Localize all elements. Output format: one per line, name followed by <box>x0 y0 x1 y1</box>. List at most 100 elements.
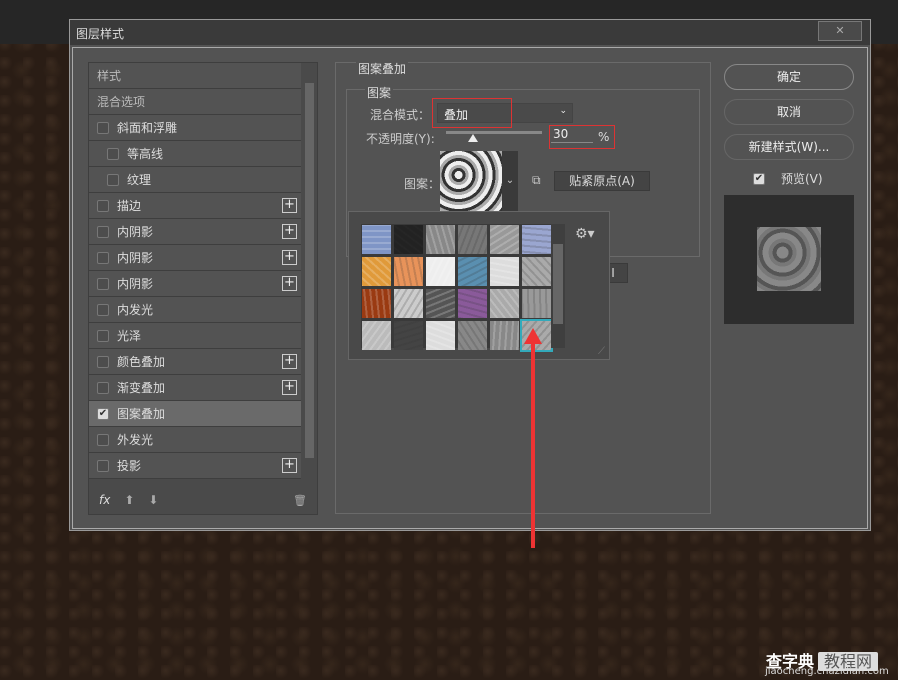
pattern-swatch[interactable] <box>362 321 391 350</box>
close-button[interactable]: ✕ <box>818 21 862 41</box>
pattern-swatch[interactable] <box>490 289 519 318</box>
opacity-slider[interactable] <box>446 131 542 134</box>
pattern-scrollbar[interactable] <box>551 224 565 348</box>
preview-checkbox[interactable]: ✔ 预览(V) <box>753 170 823 187</box>
snap-to-origin-button[interactable]: 贴紧原点(A) <box>554 171 650 191</box>
style-item-label: 样式 <box>97 69 122 83</box>
sub-group-title: 图案 <box>365 84 394 101</box>
style-item-label: 渐变叠加 <box>117 381 166 395</box>
style-item-label: 光泽 <box>117 329 142 343</box>
gear-icon[interactable]: ⚙▾ <box>575 226 595 242</box>
checkbox[interactable] <box>107 173 119 186</box>
trash-icon[interactable]: 🗑 <box>293 494 307 507</box>
pattern-swatch[interactable] <box>522 225 551 254</box>
pattern-swatch[interactable] <box>426 321 455 350</box>
checkbox[interactable] <box>97 459 109 472</box>
pattern-dropdown-chevron-icon[interactable]: ⌄ <box>502 151 518 211</box>
new-preset-icon[interactable]: ⧉ <box>532 173 541 188</box>
checkbox[interactable] <box>97 121 109 134</box>
pattern-swatch[interactable] <box>458 257 487 286</box>
checkbox[interactable]: ✔ <box>97 407 109 420</box>
pattern-swatch[interactable] <box>426 257 455 286</box>
checkbox[interactable] <box>97 251 109 264</box>
checkbox[interactable] <box>97 277 109 290</box>
pattern-swatch[interactable] <box>362 289 391 318</box>
move-down-icon[interactable]: ⬇ <box>148 493 158 507</box>
style-item[interactable]: 光泽 <box>89 323 301 349</box>
add-icon[interactable]: + <box>282 250 297 265</box>
resize-handle-icon[interactable]: ⟋ <box>598 346 605 357</box>
add-icon[interactable]: + <box>282 458 297 473</box>
checkbox[interactable] <box>97 381 109 394</box>
style-item-label: 内发光 <box>117 303 154 317</box>
style-item[interactable]: 混合选项 <box>89 89 301 115</box>
opacity-label: 不透明度(Y): <box>366 132 435 146</box>
pattern-swatch[interactable] <box>394 321 423 350</box>
style-item-label: 描边 <box>117 199 142 213</box>
style-item[interactable]: 内阴影 + <box>89 271 301 297</box>
pattern-swatch[interactable] <box>490 225 519 254</box>
fx-icon[interactable]: fx <box>99 493 110 507</box>
style-item[interactable]: 等高线 <box>89 141 301 167</box>
pattern-grid <box>361 224 553 352</box>
style-item-label: 内阴影 <box>117 225 154 239</box>
pattern-swatch[interactable] <box>362 257 391 286</box>
pattern-label: 图案： <box>404 177 441 191</box>
pattern-swatch[interactable] <box>458 321 487 350</box>
style-item-label: 投影 <box>117 459 142 473</box>
style-item[interactable]: 斜面和浮雕 <box>89 115 301 141</box>
style-item-label: 外发光 <box>117 433 154 447</box>
pattern-swatch[interactable] <box>394 289 423 318</box>
pattern-thumbnail[interactable] <box>440 151 502 211</box>
style-item[interactable]: 投影 + <box>89 453 301 479</box>
add-icon[interactable]: + <box>282 198 297 213</box>
checkbox[interactable] <box>107 147 119 160</box>
pattern-swatch[interactable] <box>426 289 455 318</box>
pattern-swatch[interactable] <box>490 257 519 286</box>
checkbox[interactable] <box>97 433 109 446</box>
style-item[interactable]: 颜色叠加 + <box>89 349 301 375</box>
new-style-button[interactable]: 新建样式(W)... <box>724 134 854 160</box>
checkbox[interactable] <box>97 303 109 316</box>
pattern-swatch[interactable] <box>522 257 551 286</box>
preview-label: 预览(V) <box>781 172 823 186</box>
pattern-swatch[interactable] <box>426 225 455 254</box>
highlight-box <box>432 98 512 128</box>
chevron-down-icon: ⌄ <box>559 106 567 116</box>
style-item[interactable]: 内阴影 + <box>89 219 301 245</box>
checkbox[interactable] <box>97 199 109 212</box>
checkbox[interactable] <box>97 355 109 368</box>
pattern-swatch[interactable] <box>490 321 519 350</box>
style-item[interactable]: 外发光 <box>89 427 301 453</box>
red-arrow-head <box>524 328 542 344</box>
pattern-swatch[interactable] <box>362 225 391 254</box>
pattern-picker-popup: ⚙▾ ⟋ <box>348 211 610 360</box>
checkbox[interactable] <box>97 225 109 238</box>
cancel-button[interactable]: 取消 <box>724 99 854 125</box>
group-title: 图案叠加 <box>356 60 409 77</box>
move-up-icon[interactable]: ⬆ <box>124 493 134 507</box>
highlight-box <box>549 125 615 149</box>
pattern-swatch[interactable] <box>522 289 551 318</box>
pattern-swatch[interactable] <box>458 225 487 254</box>
add-icon[interactable]: + <box>282 224 297 239</box>
opacity-slider-handle[interactable] <box>468 134 478 142</box>
pattern-swatch[interactable] <box>394 225 423 254</box>
style-item[interactable]: 纹理 <box>89 167 301 193</box>
styles-scrollbar[interactable] <box>303 65 315 485</box>
style-item[interactable]: 渐变叠加 + <box>89 375 301 401</box>
checkbox[interactable] <box>97 329 109 342</box>
add-icon[interactable]: + <box>282 354 297 369</box>
pattern-swatch[interactable] <box>458 289 487 318</box>
style-item[interactable]: 内发光 <box>89 297 301 323</box>
ok-button[interactable]: 确定 <box>724 64 854 90</box>
style-item[interactable]: 描边 + <box>89 193 301 219</box>
pattern-swatch[interactable] <box>394 257 423 286</box>
style-item[interactable]: ✔ 图案叠加 <box>89 401 301 427</box>
add-icon[interactable]: + <box>282 276 297 291</box>
add-icon[interactable]: + <box>282 380 297 395</box>
style-item[interactable]: 内阴影 + <box>89 245 301 271</box>
style-item-label: 图案叠加 <box>117 407 166 421</box>
style-item[interactable]: 样式 <box>89 63 301 89</box>
style-preview <box>724 195 854 324</box>
